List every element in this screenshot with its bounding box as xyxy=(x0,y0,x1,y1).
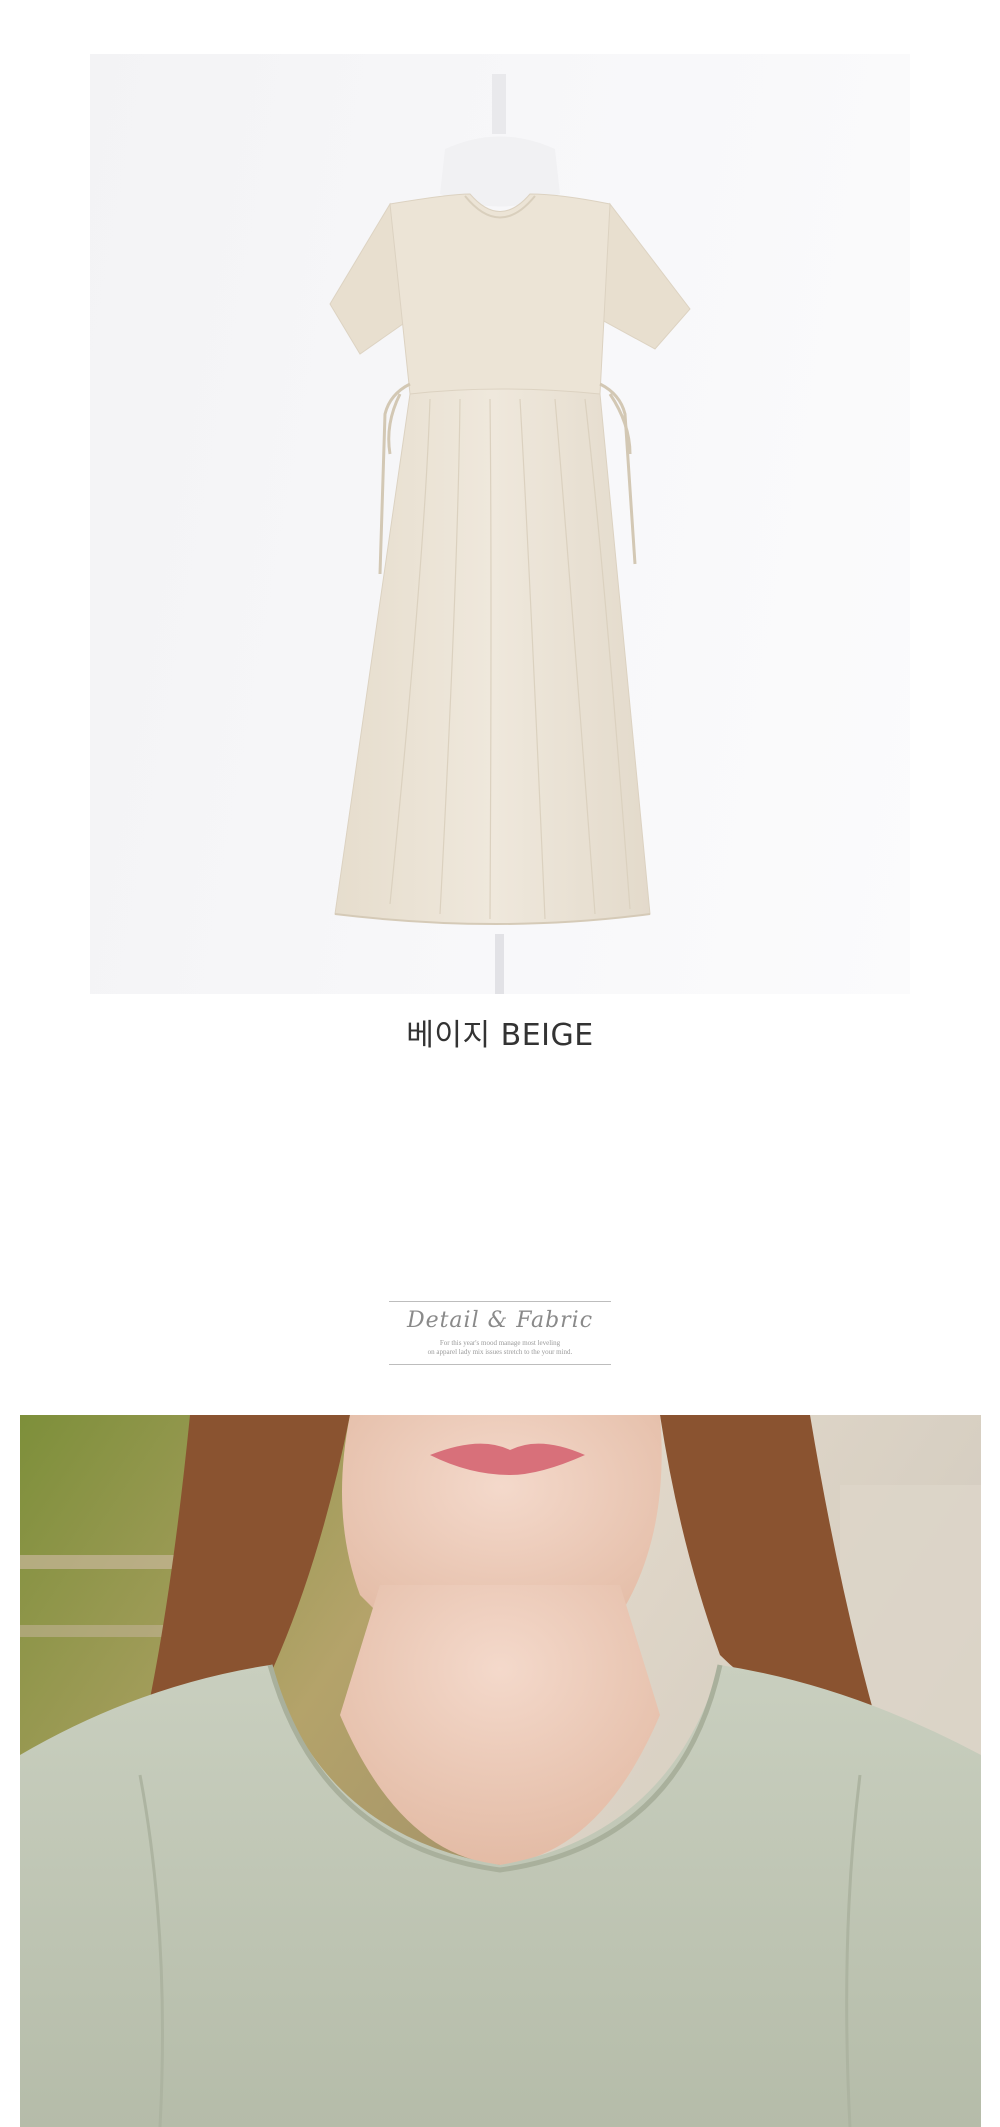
detail-fabric-heading: Detail & Fabric For this year's mood man… xyxy=(389,1301,611,1365)
detail-photo-model-neckline xyxy=(20,1415,981,2127)
divider-top xyxy=(389,1301,611,1302)
model-illustration xyxy=(20,1415,981,2127)
color-label: 베이지 BEIGE xyxy=(406,1018,594,1053)
product-photo-beige-dress xyxy=(90,54,910,994)
detail-fabric-subtitle-2: on apparel lady mix issues stretch to th… xyxy=(427,1348,573,1356)
bodice xyxy=(389,193,611,395)
mannequin-pole xyxy=(495,934,504,994)
dress-illustration xyxy=(329,74,691,994)
mannequin-top xyxy=(492,74,506,134)
divider-bottom xyxy=(389,1364,611,1365)
right-sleeve xyxy=(599,202,691,350)
detail-fabric-subtitle-1: For this year's mood manage most levelin… xyxy=(439,1339,561,1347)
detail-fabric-title: Detail & Fabric xyxy=(406,1308,594,1333)
